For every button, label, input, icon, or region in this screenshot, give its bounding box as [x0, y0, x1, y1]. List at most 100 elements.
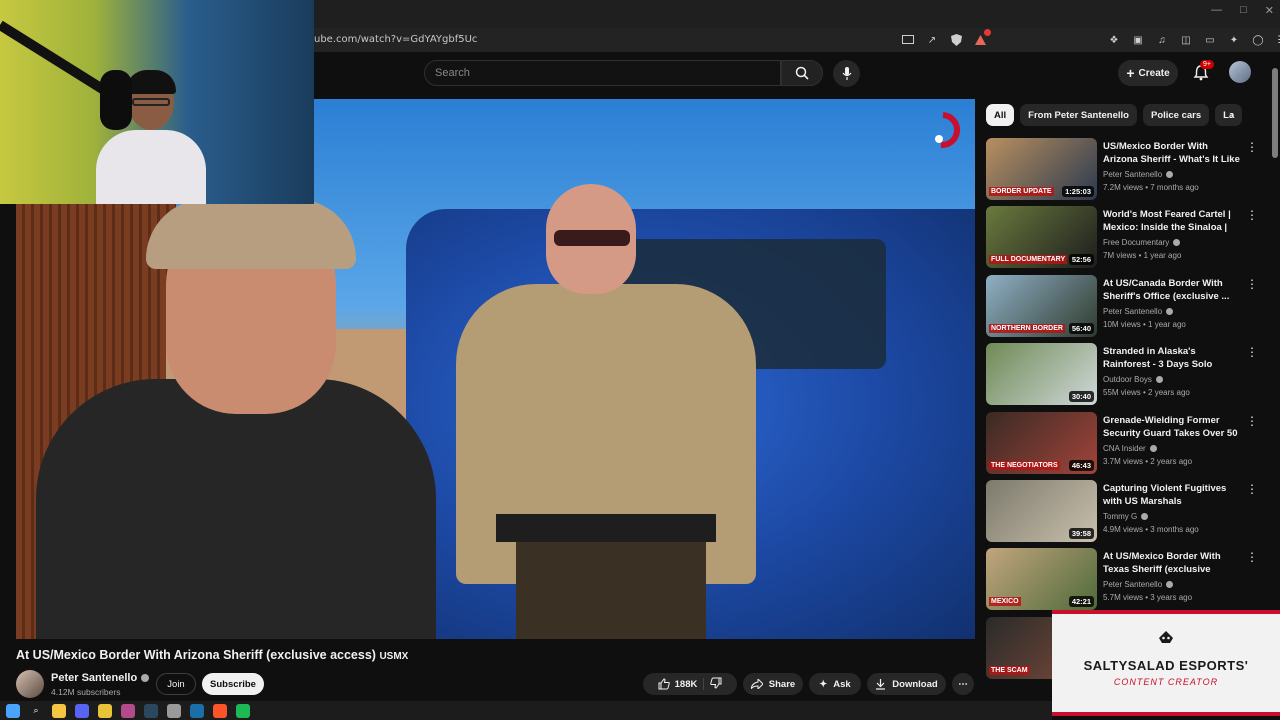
wallet-icon[interactable]: ▣	[1130, 32, 1146, 48]
dislike-button[interactable]	[710, 677, 722, 692]
recommendation-item[interactable]: FULL DOCUMENTARY 52:56 World's Most Feared…	[986, 206, 1266, 268]
recommendation-title[interactable]: World's Most Feared Cartel | Mexico: Ins…	[1103, 208, 1241, 235]
recommendation-thumbnail[interactable]: BORDER UPDATE 1:25:03	[986, 138, 1097, 200]
recommendation-title[interactable]: Grenade-Wielding Former Security Guard T…	[1103, 414, 1241, 441]
like-button[interactable]: 188K	[658, 678, 705, 690]
recommendation-item[interactable]: NORTHERN BORDER 56:40 At US/Canada Border …	[986, 275, 1266, 337]
filter-chip[interactable]: All	[986, 104, 1015, 126]
taskbar-windows-icon[interactable]	[6, 703, 20, 718]
recommendation-title[interactable]: US/Mexico Border With Arizona Sheriff - …	[1103, 140, 1241, 167]
recommendation-item[interactable]: 30:40 Stranded in Alaska's Rainforest - 3…	[986, 343, 1266, 405]
recommendation-channel[interactable]: Tommy G	[1103, 512, 1149, 521]
recommendation-channel[interactable]: Peter Santenello	[1103, 307, 1174, 316]
taskbar-app-icon[interactable]	[121, 703, 135, 718]
extensions-icon[interactable]: ❖	[1106, 32, 1122, 48]
recommendation-channel-name[interactable]: Peter Santenello	[1103, 580, 1162, 589]
recommendation-thumbnail[interactable]: FULL DOCUMENTARY 52:56	[986, 206, 1097, 268]
recommendation-item[interactable]: THE NEGOTIATORS 46:43 Grenade-Wielding For…	[986, 412, 1266, 474]
ask-button[interactable]: ✦ Ask	[809, 673, 861, 695]
more-vertical-icon[interactable]: ⋮	[1246, 414, 1258, 428]
sidebar-icon[interactable]: ◫	[1178, 32, 1194, 48]
leo-ai-icon[interactable]: ✦	[1226, 32, 1242, 48]
taskbar-discord-icon[interactable]	[75, 703, 89, 718]
more-vertical-icon[interactable]: ⋮	[1246, 550, 1258, 564]
search-input[interactable]: Search	[424, 60, 781, 86]
filter-chip[interactable]: La	[1215, 104, 1243, 126]
cast-icon[interactable]	[900, 32, 916, 48]
minimize-icon[interactable]: —	[1211, 4, 1222, 17]
filter-chip[interactable]: From Peter Santenello	[1020, 104, 1137, 126]
account-avatar[interactable]	[1229, 61, 1251, 83]
wallet-card-icon[interactable]: ▭	[1202, 32, 1218, 48]
recommendation-meta: 55M views • 2 years ago	[1103, 388, 1190, 397]
thumbnail-caption: MEXICO	[989, 597, 1021, 606]
search-button[interactable]	[781, 60, 823, 86]
taskbar-github-icon[interactable]	[167, 703, 181, 718]
recommendation-thumbnail[interactable]: NORTHERN BORDER 56:40	[986, 275, 1097, 337]
recommendation-channel-name[interactable]: Tommy G	[1103, 512, 1137, 521]
taskbar-chrome-icon[interactable]	[98, 703, 112, 718]
recommendation-thumbnail[interactable]: 39:58	[986, 480, 1097, 542]
create-button[interactable]: + Create	[1118, 60, 1178, 86]
url-text[interactable]: ube.com/watch?v=GdYAYgbf5Uc	[314, 34, 477, 45]
thumbnail-caption: BORDER UPDATE	[989, 187, 1054, 196]
recommendation-item[interactable]: MEXICO 42:21 At US/Mexico Border With Texa…	[986, 548, 1266, 610]
title-hashtag[interactable]: USMX	[379, 651, 408, 662]
filter-chip[interactable]: Police cars	[1142, 104, 1210, 126]
recommendation-title[interactable]: Capturing Violent Fugitives with US Mars…	[1103, 482, 1241, 508]
recommendation-item[interactable]: BORDER UPDATE 1:25:03 US/Mexico Border Wit…	[986, 138, 1266, 200]
recommendation-channel[interactable]: Peter Santenello	[1103, 580, 1174, 589]
channel-name[interactable]: Peter Santenello	[51, 672, 150, 684]
recommendation-channel[interactable]: Peter Santenello	[1103, 170, 1174, 179]
video-duration: 52:56	[1068, 254, 1094, 265]
channel-watermark-icon[interactable]	[931, 111, 961, 149]
more-actions-button[interactable]: ⋯	[952, 673, 974, 695]
subscribe-button[interactable]: Subscribe	[202, 673, 264, 695]
page-scrollbar[interactable]	[1272, 68, 1278, 158]
recommendation-channel-name[interactable]: Free Documentary	[1103, 238, 1169, 247]
more-vertical-icon[interactable]: ⋮	[1246, 482, 1258, 496]
recommendation-thumbnail[interactable]: MEXICO 42:21	[986, 548, 1097, 610]
restore-icon[interactable]: □	[1240, 4, 1247, 17]
esports-name: SALTYSALAD ESPORTS'	[1083, 658, 1249, 673]
recommendation-channel[interactable]: CNA Insider	[1103, 444, 1157, 453]
recommendation-channel[interactable]: Free Documentary	[1103, 238, 1181, 247]
music-icon[interactable]: ♫	[1154, 32, 1170, 48]
more-vertical-icon[interactable]: ⋮	[1246, 208, 1258, 222]
taskbar-folder-icon[interactable]	[52, 703, 66, 718]
recommendation-meta: 3.7M views • 2 years ago	[1103, 457, 1193, 466]
download-button[interactable]: Download	[867, 673, 946, 695]
recommendation-thumbnail[interactable]: 30:40	[986, 343, 1097, 405]
taskbar-steam2-icon[interactable]	[190, 703, 204, 718]
chips-next-arrow-icon[interactable]: ›	[1230, 108, 1234, 122]
taskbar-brave-icon[interactable]	[213, 703, 227, 718]
menu-icon[interactable]: ☰	[1274, 32, 1280, 48]
recommendation-channel-name[interactable]: CNA Insider	[1103, 444, 1146, 453]
recommendation-item[interactable]: 39:58 Capturing Violent Fugitives with US…	[986, 480, 1266, 542]
recommendation-title[interactable]: At US/Mexico Border With Texas Sheriff (…	[1103, 550, 1241, 577]
recommendation-title[interactable]: At US/Canada Border With Sheriff's Offic…	[1103, 277, 1241, 303]
vpn-icon[interactable]: ◯	[1250, 32, 1266, 48]
share-button[interactable]: Share	[743, 673, 803, 695]
brave-rewards-icon[interactable]	[972, 29, 991, 48]
recommendation-thumbnail[interactable]: THE NEGOTIATORS 46:43	[986, 412, 1097, 474]
recommendation-channel-name[interactable]: Peter Santenello	[1103, 307, 1162, 316]
channel-avatar[interactable]	[16, 670, 44, 698]
more-vertical-icon[interactable]: ⋮	[1246, 277, 1258, 291]
taskbar-spotify-icon[interactable]	[236, 703, 250, 718]
recommendation-channel[interactable]: Outdoor Boys	[1103, 375, 1163, 384]
more-vertical-icon[interactable]: ⋮	[1246, 140, 1258, 154]
channel-name-text[interactable]: Peter Santenello	[51, 672, 137, 684]
recommendation-channel-name[interactable]: Peter Santenello	[1103, 170, 1162, 179]
share-page-icon[interactable]: ↗	[924, 32, 940, 48]
recommendation-title[interactable]: Stranded in Alaska's Rainforest - 3 Days…	[1103, 345, 1241, 372]
verified-icon	[1173, 239, 1181, 246]
more-vertical-icon[interactable]: ⋮	[1246, 345, 1258, 359]
taskbar-search-icon[interactable]: ⌕	[29, 704, 43, 718]
voice-search-button[interactable]	[833, 60, 860, 87]
brave-shield-icon[interactable]	[948, 32, 964, 48]
close-icon[interactable]: ✕	[1265, 4, 1274, 17]
join-button[interactable]: Join	[156, 673, 196, 695]
taskbar-steam-icon[interactable]	[144, 703, 158, 718]
recommendation-channel-name[interactable]: Outdoor Boys	[1103, 375, 1152, 384]
